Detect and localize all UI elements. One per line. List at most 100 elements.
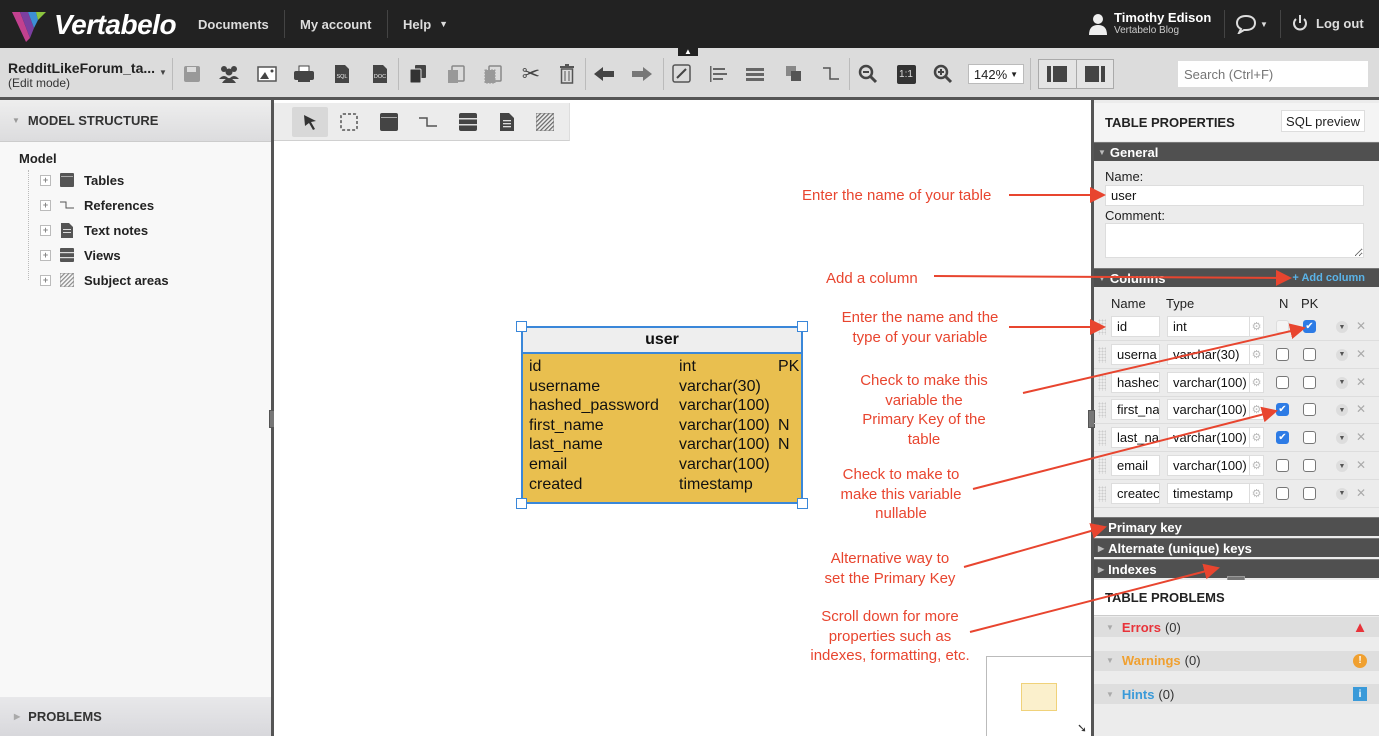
arrange-icon[interactable] [782,62,806,86]
logout-button[interactable]: Log out [1292,14,1364,32]
undo-icon[interactable] [592,62,616,86]
vertabelo-logo[interactable]: Vertabelo [10,8,177,42]
column-options-icon[interactable]: ▼ [1336,376,1348,389]
pk-checkbox[interactable]: ✔ [1303,320,1316,333]
pk-checkbox[interactable] [1303,375,1316,389]
area-select-tool[interactable] [331,107,367,137]
tree-item-subject-areas[interactable]: + Subject areas [40,270,169,290]
cut-icon[interactable]: ✂ [519,61,543,86]
column-options-icon[interactable]: ▼ [1336,460,1348,472]
delete-column-icon[interactable]: ✕ [1356,319,1366,333]
delete-column-icon[interactable]: ✕ [1356,402,1366,416]
add-view-tool[interactable] [450,107,486,137]
problems-panel-header[interactable]: ▶ PROBLEMS [0,697,271,736]
delete-column-icon[interactable]: ✕ [1356,430,1366,444]
delete-column-icon[interactable]: ✕ [1356,486,1366,500]
column-name-input[interactable] [1111,482,1160,504]
expand-icon[interactable]: + [40,224,51,236]
resize-handle[interactable] [516,321,527,332]
model-structure-header[interactable]: ▼ MODEL STRUCTURE [0,100,271,142]
distribute-icon[interactable] [744,62,768,86]
tree-item-text-notes[interactable]: + Text notes [40,220,148,240]
pk-checkbox[interactable] [1303,459,1316,472]
save-icon[interactable] [180,62,204,86]
add-reference-tool[interactable] [410,107,446,137]
column-options-icon[interactable]: ▼ [1336,321,1348,333]
expand-icon[interactable]: + [40,274,51,286]
resize-handle[interactable] [797,321,808,332]
print-icon[interactable] [292,62,316,86]
expand-icon[interactable]: + [40,174,51,186]
column-name-input[interactable] [1111,343,1160,365]
gear-icon[interactable]: ⚙ [1249,344,1263,364]
entity-column-row[interactable]: email varchar(100) [529,456,799,476]
document-name-menu[interactable]: RedditLikeForum_ta... (Edit mode) [8,60,155,90]
column-name-input[interactable] [1111,427,1160,449]
search-input[interactable] [1178,61,1368,87]
tree-item-references[interactable]: + References [40,195,154,215]
section-primary-key[interactable]: ▶ Primary key [1094,517,1379,536]
zoom-level-select[interactable]: 142% ▼ [968,64,1024,84]
drag-handle[interactable] [1098,430,1106,447]
delete-column-icon[interactable]: ✕ [1356,375,1366,389]
add-table-tool[interactable] [371,107,407,137]
column-options-icon[interactable]: ▼ [1336,404,1348,417]
gear-icon[interactable]: ⚙ [1249,372,1263,392]
pk-checkbox[interactable] [1303,486,1316,500]
select-tool[interactable] [292,107,328,137]
drag-handle[interactable] [1098,346,1106,363]
gear-icon[interactable]: ⚙ [1249,317,1263,336]
tree-item-views[interactable]: + Views [40,245,121,265]
add-column-link[interactable]: + Add column [1292,272,1365,284]
sql-preview-button[interactable]: SQL preview [1281,110,1365,132]
tree-item-tables[interactable]: + Tables [40,170,124,190]
gear-icon[interactable]: ⚙ [1249,456,1263,475]
pk-checkbox[interactable] [1303,403,1316,417]
column-options-icon[interactable]: ▼ [1336,487,1348,500]
collapse-header-button[interactable]: ▲ [678,47,698,56]
user-menu[interactable]: Timothy Edison Vertabelo Blog [1088,8,1211,40]
delete-column-icon[interactable]: ✕ [1356,347,1366,361]
column-name-input[interactable] [1111,371,1160,393]
zoom-out-icon[interactable] [856,62,880,86]
entity-column-row[interactable]: id int PK [529,358,799,378]
expand-icon[interactable]: + [40,199,51,211]
nullable-checkbox[interactable] [1276,320,1289,333]
add-subject-area-tool[interactable] [527,107,563,137]
table-name-input[interactable] [1105,185,1364,206]
table-comment-input[interactable] [1105,223,1364,258]
zoom-reset-icon[interactable]: 1:1 [894,62,918,86]
drag-handle[interactable] [1098,458,1106,474]
pk-checkbox[interactable] [1303,347,1316,361]
chat-menu-button[interactable]: ▼ [1235,14,1268,34]
sql-export-icon[interactable]: SQL [330,62,354,86]
nullable-checkbox[interactable]: ✔ [1276,431,1289,445]
minimap[interactable]: ➘ [986,656,1091,736]
section-columns[interactable]: ▼ Columns + Add column [1094,268,1379,287]
toggle-left-panel-button[interactable] [1039,60,1077,88]
tree-root-model[interactable]: Model [19,151,57,166]
table-entity-user[interactable]: user id int PK username varchar(30) hashe… [521,326,803,504]
entity-column-row[interactable]: username varchar(30) [529,378,799,398]
resize-handle[interactable] [516,498,527,509]
paste-icon[interactable] [444,62,468,86]
nullable-checkbox[interactable] [1276,347,1289,361]
zoom-in-icon[interactable] [931,62,955,86]
align-icon[interactable] [707,62,731,86]
entity-column-row[interactable]: first_name varchar(100) N [529,417,799,437]
redo-icon[interactable] [630,62,654,86]
reference-style-icon[interactable] [819,62,843,86]
nav-documents[interactable]: Documents [182,0,285,48]
nullable-checkbox[interactable] [1276,486,1289,500]
problem-category-errors[interactable]: ▼ Errors (0) ▲ [1094,617,1379,637]
resize-handle[interactable] [797,498,808,509]
add-note-tool[interactable] [489,107,525,137]
drag-handle[interactable] [1098,402,1106,419]
gear-icon[interactable]: ⚙ [1249,428,1263,448]
nullable-checkbox[interactable]: ✔ [1276,403,1289,417]
section-alternate-keys[interactable]: ▶ Alternate (unique) keys [1094,538,1379,557]
minimap-viewport[interactable] [1021,683,1057,711]
problem-category-hints[interactable]: ▼ Hints (0) i [1094,684,1379,704]
entity-column-row[interactable]: created timestamp [529,476,799,496]
column-name-input[interactable] [1111,316,1160,337]
